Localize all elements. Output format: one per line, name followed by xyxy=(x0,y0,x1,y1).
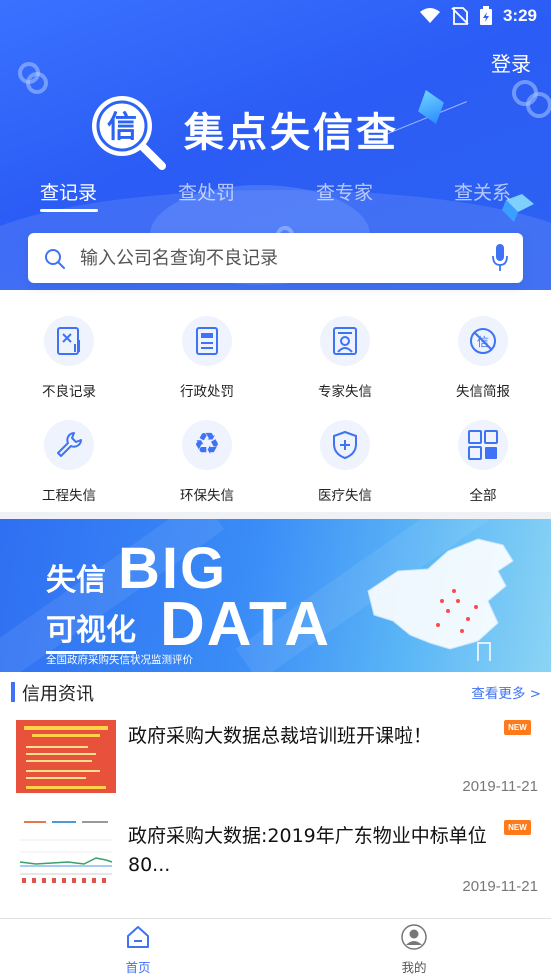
grid-item-label: 工程失信 xyxy=(42,488,96,504)
grid-item-label: 行政处罚 xyxy=(180,384,234,400)
wifi-icon xyxy=(419,8,440,23)
news-section-title: 信用资讯 xyxy=(22,684,94,705)
status-bar: 3:29 xyxy=(0,0,551,34)
news-item[interactable]: 政府采购大数据总裁培训班开课啦！ NEW 2019-11-21 xyxy=(0,720,551,820)
news-header: 信用资讯 查看更多 > xyxy=(0,672,551,712)
news-thumbnail xyxy=(16,720,116,793)
search-input[interactable] xyxy=(80,243,480,273)
grid-item-label: 医疗失信 xyxy=(318,488,372,504)
grid-item-label: 全部 xyxy=(469,488,497,504)
banner-cn-line1: 失信 xyxy=(46,563,106,598)
status-time: 3:29 xyxy=(502,6,537,25)
no-sim-icon xyxy=(451,7,469,25)
grid-item-medical[interactable]: 医疗失信 xyxy=(276,420,414,504)
wrench-icon xyxy=(57,432,82,457)
search-box[interactable] xyxy=(28,233,523,283)
home-icon xyxy=(127,926,149,948)
svg-text:信: 信 xyxy=(477,335,489,349)
grid-item-environment[interactable]: ♻ 环保失信 xyxy=(138,420,276,504)
news-item[interactable]: 政府采购大数据:2019年广东物业中标单位80... NEW 2019-11-2… xyxy=(0,818,551,920)
tab-records[interactable]: 查记录 xyxy=(40,178,97,205)
grid-item-label: 不良记录 xyxy=(42,384,96,400)
banner-cn-line2: 可视化 xyxy=(46,605,136,654)
nav-profile-label: 我的 xyxy=(401,960,427,975)
expert-icon xyxy=(333,327,357,355)
new-badge: NEW xyxy=(504,820,531,835)
nav-profile[interactable]: 我的 xyxy=(374,924,454,976)
banner-subtitle: 全国政府采购失信状况监测评价 xyxy=(46,654,193,666)
active-tab-indicator xyxy=(40,209,98,212)
bad-record-icon xyxy=(57,327,80,355)
tab-penalties[interactable]: 查处罚 xyxy=(178,178,235,205)
user-avatar-icon xyxy=(401,924,427,950)
news-headline: 政府采购大数据总裁培训班开课啦！ xyxy=(128,725,433,747)
nav-home-label: 首页 xyxy=(125,960,151,975)
news-date: 2019-11-21 xyxy=(462,878,538,895)
grid-item-engineering[interactable]: 工程失信 xyxy=(0,420,138,504)
grid-item-expert[interactable]: 专家失信 xyxy=(276,316,414,400)
magnifier-logo-icon: 信 xyxy=(92,96,166,170)
app-title: 集点失信查 xyxy=(184,110,399,156)
grid-item-credit-report[interactable]: 信 失信简报 xyxy=(414,316,551,400)
penalty-document-icon xyxy=(196,327,218,355)
logo-char: 信 xyxy=(107,110,137,145)
battery-charging-icon xyxy=(479,6,492,25)
grid-item-label: 失信简报 xyxy=(456,384,510,400)
credit-report-icon: 信 xyxy=(470,328,496,354)
medical-shield-icon xyxy=(333,430,357,460)
search-icon xyxy=(45,249,65,269)
grid-item-label: 环保失信 xyxy=(180,488,234,504)
tab-relations[interactable]: 查关系 xyxy=(454,178,511,205)
china-map-icon xyxy=(367,538,514,661)
section-separator xyxy=(0,512,551,519)
news-thumbnail xyxy=(16,818,116,891)
recycle-icon: ♻ xyxy=(193,427,221,462)
new-badge: NEW xyxy=(504,720,531,735)
search-tabs: 查记录 查处罚 查专家 查关系 xyxy=(0,178,551,218)
news-headline: 政府采购大数据:2019年广东物业中标单位80... xyxy=(128,825,487,876)
banner-data-text: DATA xyxy=(160,590,331,659)
login-button[interactable]: 登录 xyxy=(491,48,531,77)
tab-experts[interactable]: 查专家 xyxy=(316,178,373,205)
news-date: 2019-11-21 xyxy=(462,778,538,795)
bottom-nav: 首页 我的 xyxy=(0,918,551,979)
grid-item-bad-records[interactable]: 不良记录 xyxy=(0,316,138,400)
section-title-bar xyxy=(11,682,15,702)
grid-item-all[interactable]: 全部 xyxy=(414,420,551,504)
view-more-link[interactable]: 查看更多 > xyxy=(471,682,541,702)
grid-item-penalties[interactable]: 行政处罚 xyxy=(138,316,276,400)
nav-home[interactable]: 首页 xyxy=(98,924,178,976)
category-grid: 不良记录 行政处罚 专家失信 信 失信简报 工程失信 ♻ 环保失信 医疗失信 全… xyxy=(0,310,551,510)
ring-decoration xyxy=(26,72,48,94)
grid-item-label: 专家失信 xyxy=(318,384,372,400)
microphone-icon[interactable] xyxy=(491,243,509,273)
ring-decoration xyxy=(526,92,551,118)
big-data-banner[interactable]: BIG DATA 失信 可视化 全国政府采购失信状况监测评价 xyxy=(0,519,551,672)
all-grid-icon xyxy=(468,430,498,460)
